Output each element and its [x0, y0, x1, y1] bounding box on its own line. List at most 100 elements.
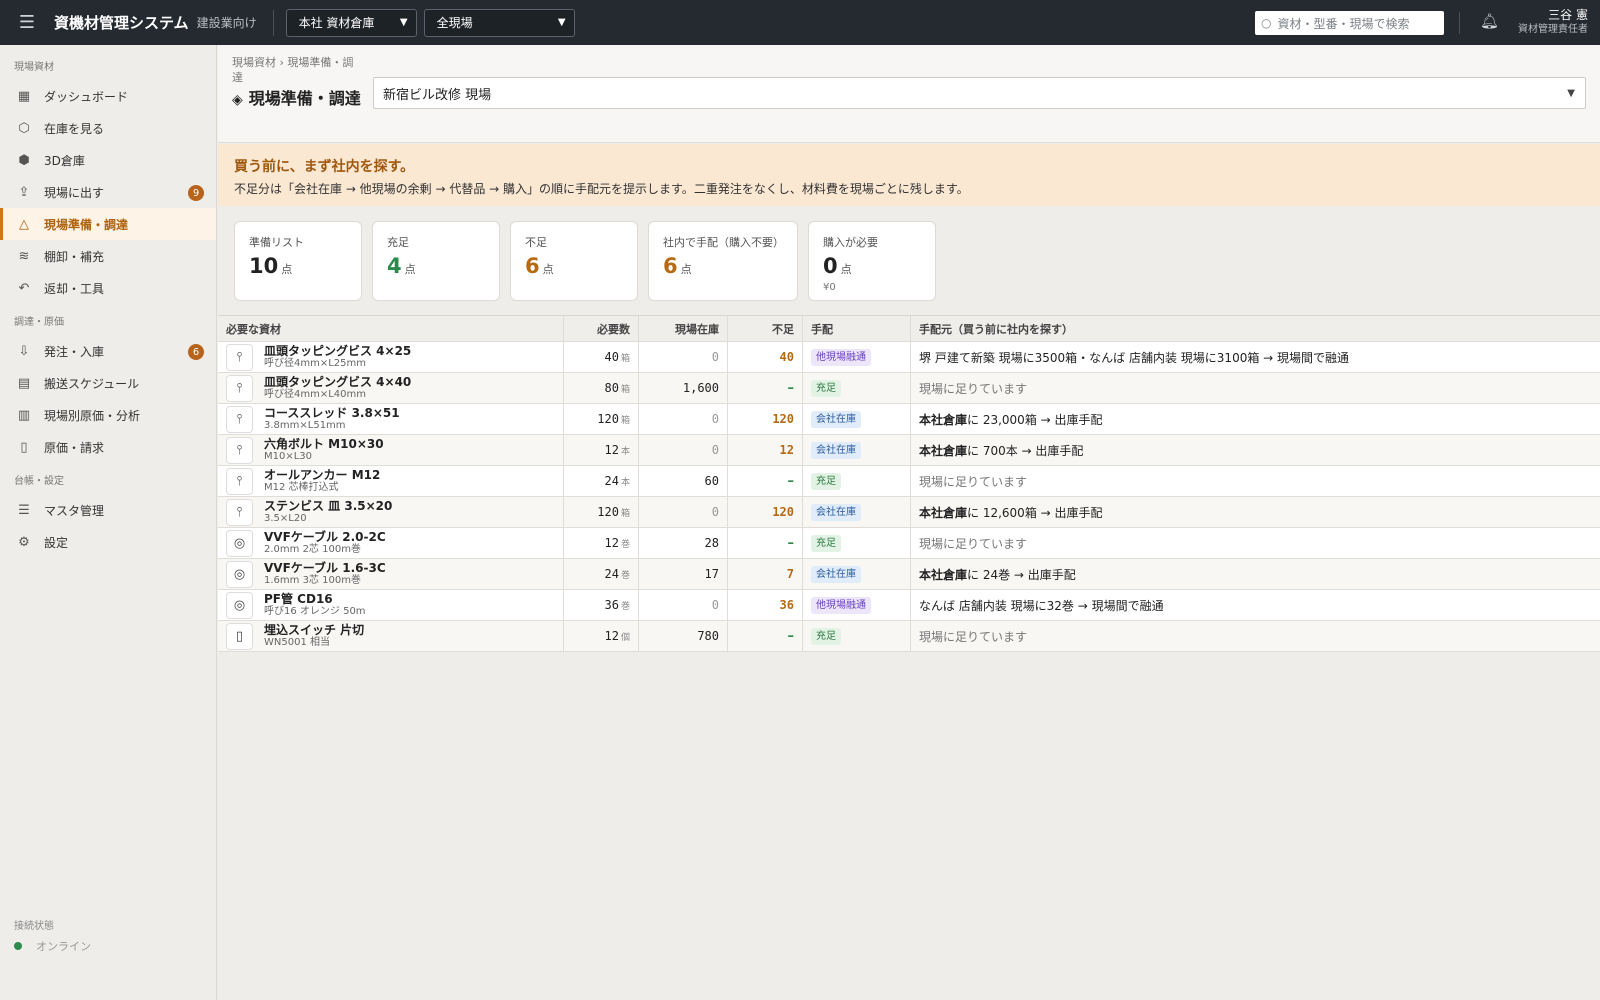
material-name: 六角ボルト M10×30: [264, 437, 384, 451]
material-name: 皿頭タッピングビス 4×40: [264, 375, 412, 389]
info-banner: 買う前に、まず社内を探す。 不足分は「会社在庫 → 他現場の余剰 → 代替品 →…: [218, 144, 1600, 206]
cable-icon: ◎: [226, 560, 253, 588]
column-header-shortage[interactable]: 不足: [728, 316, 803, 341]
sidebar-item-orders[interactable]: ⇩ 発注・入庫 6: [0, 335, 216, 367]
column-header-material[interactable]: 必要な資材: [218, 316, 564, 341]
table-row[interactable]: ◎ VVFケーブル 2.0-2C 2.0mm 2芯 100m巻 12 巻 28 – 充足 現場に…: [218, 528, 1600, 559]
required-cell: 120 箱: [564, 497, 639, 527]
sidebar-item-billing[interactable]: ▯ 原価・請求: [0, 431, 216, 463]
card-value: 6点: [525, 254, 623, 282]
required-cell: 24 本: [564, 466, 639, 496]
required-cell: 24 巻: [564, 559, 639, 589]
search-input[interactable]: ○ 資材・型番・現場で検索: [1255, 11, 1444, 35]
source-text: 現場に足りています: [919, 473, 1027, 490]
table-row[interactable]: ⫯ ステンビス 皿 3.5×20 3.5×L20 120 箱 0 120 会社在庫 本社倉庫に …: [218, 497, 1600, 528]
search-placeholder: 資材・型番・現場で検索: [1277, 16, 1410, 31]
onsite-qty: 0: [711, 598, 719, 612]
user-menu[interactable]: 三谷 憲 資材管理責任者: [1518, 8, 1588, 36]
bell-icon[interactable]: 🔔︎: [1480, 12, 1499, 30]
material-cell: ⫯ 皿頭タッピングビス 4×25 呼び径4mm×L25mm: [218, 342, 564, 372]
sidebar-item-master[interactable]: ☰ マスタ管理: [0, 494, 216, 526]
material-info: 埋込スイッチ 片切 WN5001 相当: [264, 623, 364, 649]
materials-table: 必要な資材 必要数 現場在庫 不足 手配 手配元（買う前に社内を探す） ⫯ 皿頭タ…: [218, 315, 1600, 652]
sidebar-item-label: 3D倉庫: [44, 153, 85, 168]
shortage-qty: –: [787, 535, 795, 551]
switch-icon: ▯: [226, 622, 253, 650]
arrangement-cell: 充足: [803, 466, 911, 496]
screw-icon: ⫯: [226, 498, 253, 526]
required-cell: 12 本: [564, 435, 639, 465]
material-info: ステンビス 皿 3.5×20 3.5×L20: [264, 499, 392, 525]
site-select[interactable]: 新宿ビル改修 現場 ▼: [373, 77, 1586, 109]
onsite-qty: 0: [711, 443, 719, 457]
source-location: 本社倉庫: [919, 412, 968, 427]
card-unit: 点: [404, 263, 416, 276]
table-row[interactable]: ⫯ 皿頭タッピングビス 4×25 呼び径4mm×L25mm 40 箱 0 40 他現場融通堺 …: [218, 342, 1600, 373]
chevron-down-icon: ▼: [399, 17, 408, 28]
table-row[interactable]: ⫯ 六角ボルト M10×30 M10×L30 12 本 0 12 会社在庫 本社倉庫に 700本…: [218, 435, 1600, 466]
card-amount: ¥0: [823, 282, 836, 293]
arrangement-cell: 他現場融通: [803, 342, 911, 372]
source-detail: に 23,000箱 → 出庫手配: [967, 412, 1103, 427]
table-row[interactable]: ⫯ コーススレッド 3.8×51 3.8mm×L51mm 120 箱 0 120 会社在庫 本社…: [218, 404, 1600, 435]
column-header-onsite[interactable]: 現場在庫: [639, 316, 728, 341]
sidebar-item-3d-warehouse[interactable]: ⬢ 3D倉庫: [0, 144, 216, 176]
connection-status-text: オンライン: [36, 940, 91, 953]
sidebar: 現場資材 ▦ ダッシュボード ⬡ 在庫を見る ⬢ 3D倉庫 ⇪ 現場に出す 9 △ 現場準備…: [0, 45, 217, 1000]
user-name: 三谷 憲: [1548, 8, 1588, 22]
table-row[interactable]: ⫯ 皿頭タッピングビス 4×40 呼び径4mm×L40mm 80 箱 1,600 – 充足 現場…: [218, 373, 1600, 404]
card-number: 4: [387, 254, 402, 278]
material-spec: 3.5×L20: [264, 513, 307, 524]
source-detail: に 700本 → 出庫手配: [967, 443, 1084, 458]
material-info: VVFケーブル 2.0-2C 2.0mm 2芯 100m巻: [264, 530, 386, 556]
table-row[interactable]: ⫯ オールアンカー M12 M12 芯棒打込式 24 本 60 – 充足 現場に足りています: [218, 466, 1600, 497]
arrangement-badge: 会社在庫: [811, 441, 861, 459]
site-filter-select[interactable]: 全現場 ▼: [423, 8, 575, 37]
sidebar-item-stocktake[interactable]: ≋ 棚卸・補充: [0, 240, 216, 272]
material-name: ステンビス 皿 3.5×20: [264, 499, 393, 513]
source-text: 現場に足りています: [919, 380, 1027, 397]
sidebar-item-settings[interactable]: ⚙ 設定: [0, 526, 216, 558]
column-header-required[interactable]: 必要数: [564, 316, 639, 341]
source-cell: 現場に足りています: [911, 466, 1600, 496]
onsite-cell: 0: [639, 404, 728, 434]
card-number: 6: [525, 254, 540, 278]
site-icon: △: [19, 216, 29, 232]
table-row[interactable]: ▯ 埋込スイッチ 片切 WN5001 相当 12 個 780 – 充足 現場に足りています: [218, 621, 1600, 652]
shortage-qty: 12: [779, 443, 794, 457]
table-row[interactable]: ◎ PF管 CD16 呼び16 オレンジ 50m 36 巻 0 36 他現場融通 なんば 店舗内…: [218, 590, 1600, 621]
required-qty: 12: [604, 443, 619, 457]
app-title: 資機材管理システム: [54, 14, 189, 32]
table-header-row: 必要な資材 必要数 現場在庫 不足 手配 手配元（買う前に社内を探す）: [218, 316, 1600, 342]
sidebar-item-cost-analysis[interactable]: ▥ 現場別原価・分析: [0, 399, 216, 431]
qty-unit: 巻: [620, 570, 630, 581]
hamburger-menu-icon[interactable]: ☰: [0, 0, 54, 45]
shortage-cell: –: [728, 373, 803, 403]
sidebar-item-returns[interactable]: ↶ 返却・工具: [0, 272, 216, 304]
source-detail: 堺 戸建て新築 現場に3500箱・なんば 店舗内装 現場に3100箱 → 現場間…: [919, 350, 1350, 365]
column-header-arrangement[interactable]: 手配: [803, 316, 911, 341]
user-role: 資材管理責任者: [1518, 24, 1588, 35]
source-detail: 現場に足りています: [919, 474, 1028, 489]
table-row[interactable]: ◎ VVFケーブル 1.6-3C 1.6mm 3芯 100m巻 24 巻 17 7 会社在庫 本…: [218, 559, 1600, 590]
upload-icon: ⇪: [18, 184, 30, 200]
sidebar-item-transport[interactable]: ▤ 搬送スケジュール: [0, 367, 216, 399]
banner-text: 不足分は「会社在庫 → 他現場の余剰 → 代替品 → 購入」の順に手配元を提示し…: [234, 182, 969, 196]
summary-card-shortage: 不足 6点: [510, 221, 638, 301]
source-text: なんば 店舗内装 現場に32巻 → 現場間で融通: [919, 597, 1164, 614]
arrangement-cell: 会社在庫: [803, 435, 911, 465]
sidebar-item-site-prep[interactable]: △ 現場準備・調達: [0, 208, 216, 240]
sidebar-item-inventory[interactable]: ⬡ 在庫を見る: [0, 112, 216, 144]
material-cell: ⫯ コーススレッド 3.8×51 3.8mm×L51mm: [218, 404, 564, 434]
onsite-cell: 0: [639, 435, 728, 465]
warehouse-select[interactable]: 本社 資材倉庫 ▼: [285, 8, 417, 37]
column-header-source[interactable]: 手配元（買う前に社内を探す）: [911, 316, 1600, 341]
sidebar-item-dispatch[interactable]: ⇪ 現場に出す 9: [0, 176, 216, 208]
shortage-cell: 36: [728, 590, 803, 620]
sidebar-item-dashboard[interactable]: ▦ ダッシュボード: [0, 80, 216, 112]
source-detail: 現場に足りています: [919, 536, 1028, 551]
card-number: 0: [823, 254, 838, 278]
shortage-cell: 120: [728, 497, 803, 527]
onsite-cell: 780: [639, 621, 728, 651]
onsite-qty: 0: [711, 350, 719, 364]
